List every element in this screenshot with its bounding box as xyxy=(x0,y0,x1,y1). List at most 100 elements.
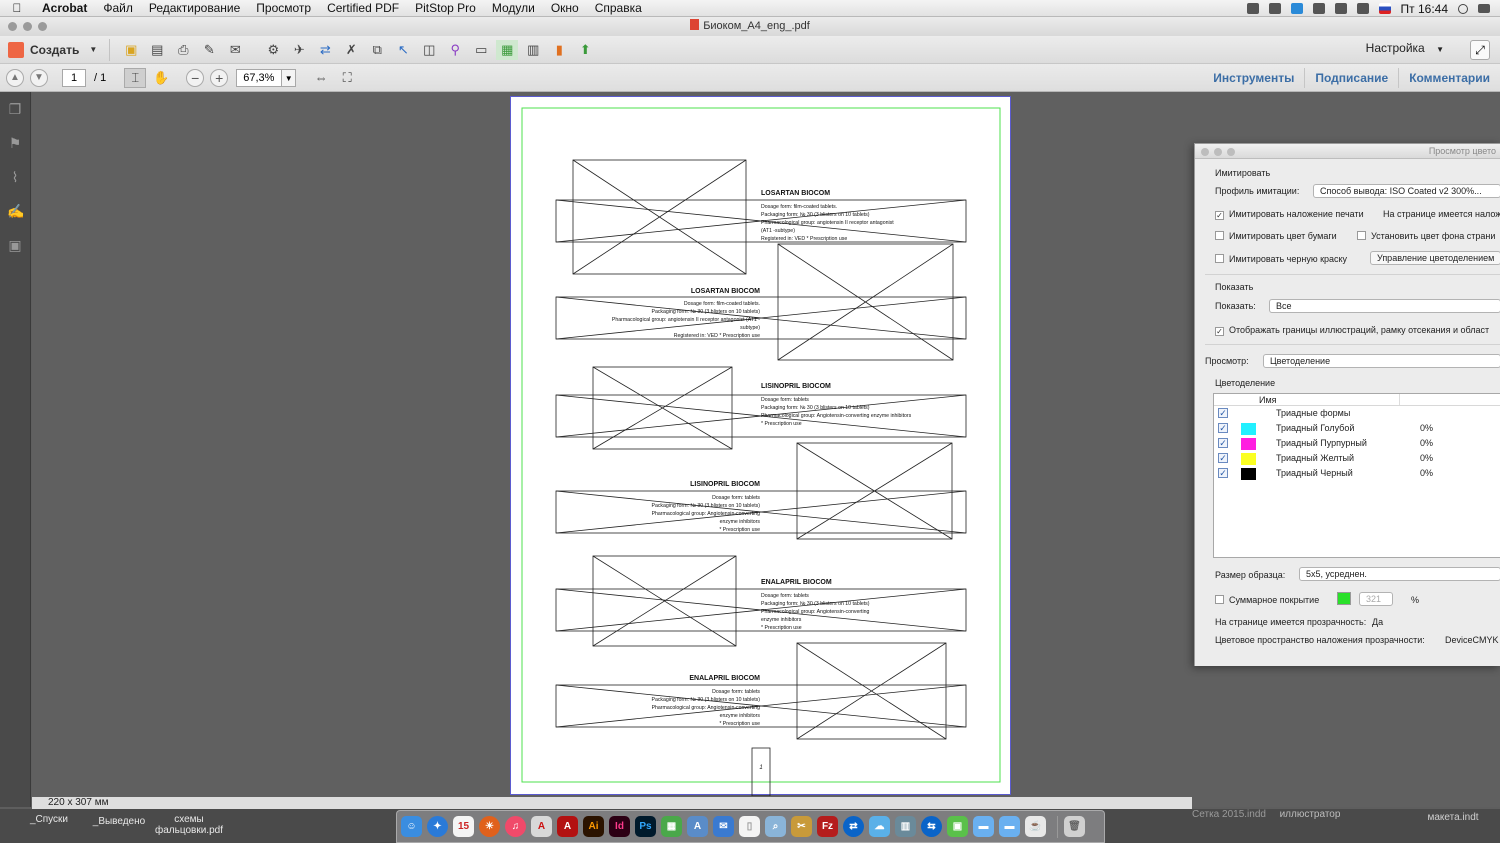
archive-icon[interactable]: ✂ xyxy=(791,816,812,837)
action-icon[interactable]: ⇄ xyxy=(314,40,336,60)
save-icon[interactable]: ▤ xyxy=(146,40,168,60)
minimize-window-button[interactable] xyxy=(23,22,32,31)
desktop-file-label[interactable]: _Выведено xyxy=(84,816,154,827)
menu-pitstop-pro[interactable]: PitStop Pro xyxy=(407,1,484,15)
zoom-dropdown[interactable]: ▼ xyxy=(282,68,297,87)
fullscreen-button[interactable]: ⤢ xyxy=(1470,40,1490,60)
mail-icon[interactable]: ✉ xyxy=(224,40,246,60)
mail-app-icon[interactable]: ✉ xyxy=(713,816,734,837)
signatures-icon[interactable]: ✍ xyxy=(7,202,24,220)
desktop-file-label[interactable]: макета.indt xyxy=(1420,812,1486,823)
layers-icon[interactable]: ▣ xyxy=(7,236,23,254)
separation-icon[interactable]: ▦ xyxy=(496,39,519,60)
separations-list[interactable]: Имя ✓ Триадные формы ✓ Триадный Голубой … xyxy=(1213,393,1500,558)
menu-help[interactable]: Справка xyxy=(587,1,650,15)
menu-edit[interactable]: Редактирование xyxy=(141,1,248,15)
adobe-icon[interactable] xyxy=(1246,3,1259,14)
sync-icon[interactable] xyxy=(1268,3,1281,14)
zoom-input[interactable] xyxy=(236,68,283,87)
separation-checkbox[interactable]: ✓ xyxy=(1218,438,1228,448)
fit-width-icon[interactable]: ⇔ xyxy=(310,68,332,88)
separation-checkbox[interactable]: ✓ xyxy=(1218,453,1228,463)
desktop-file-label[interactable]: иллюстратор xyxy=(1272,809,1348,820)
calendar-icon[interactable]: 15 xyxy=(453,816,474,837)
list-icon[interactable] xyxy=(1478,4,1490,13)
ruler-icon[interactable]: ▭ xyxy=(470,40,492,60)
safari-icon[interactable]: ✦ xyxy=(427,816,448,837)
zoom-window-button[interactable] xyxy=(38,22,47,31)
show-select[interactable]: Все xyxy=(1269,299,1500,313)
skype-icon[interactable] xyxy=(1290,3,1303,14)
black-ink-option[interactable]: Имитировать черную краску xyxy=(1215,254,1347,264)
crop-icon[interactable]: ⧉ xyxy=(366,40,388,60)
apple-icon[interactable]:  xyxy=(0,1,34,15)
overprint-option[interactable]: ✓ Имитировать наложение печати xyxy=(1215,209,1364,220)
font-app-icon[interactable]: A xyxy=(687,816,708,837)
select-object-icon[interactable]: ↖ xyxy=(392,40,414,60)
open-folder-icon[interactable]: ▣ xyxy=(120,40,142,60)
export-icon[interactable]: ⬆ xyxy=(574,40,596,60)
show-borders-checkbox[interactable]: ✓ xyxy=(1215,327,1224,336)
page-number-input[interactable]: 1 xyxy=(62,68,86,87)
document-icon[interactable]: ▯ xyxy=(739,816,760,837)
sample-size-select[interactable]: 5x5, усреднен. xyxy=(1299,567,1500,581)
separation-row[interactable]: ✓ Триадный Пурпурный 0% xyxy=(1214,436,1500,451)
black-ink-checkbox[interactable] xyxy=(1215,254,1224,263)
edit-icon[interactable]: ✎ xyxy=(198,40,220,60)
menu-certified-pdf[interactable]: Certified PDF xyxy=(319,1,407,15)
simulation-profile-select[interactable]: Способ вывода: ISO Coated v2 300%... xyxy=(1313,184,1500,198)
pitstop-icon[interactable]: ✈ xyxy=(288,40,310,60)
search-icon[interactable] xyxy=(1458,3,1468,14)
color-management-button[interactable]: Управление цветоделением xyxy=(1370,251,1500,265)
separation-checkbox[interactable]: ✓ xyxy=(1218,408,1228,418)
desktop-file-label[interactable]: _Спуски xyxy=(20,814,78,825)
print-icon[interactable]: ⎙ xyxy=(172,40,194,60)
x-tool-icon[interactable]: ✗ xyxy=(340,40,362,60)
total-coverage-checkbox[interactable] xyxy=(1215,595,1224,604)
panel-minimize-button[interactable] xyxy=(1214,148,1222,156)
page-thumbnails-icon[interactable]: ❐ xyxy=(7,100,23,118)
attachments-icon[interactable]: ⌇ xyxy=(7,168,23,186)
show-borders-option[interactable]: ✓ Отображать границы иллюстраций, рамку о… xyxy=(1215,325,1489,336)
close-window-button[interactable] xyxy=(8,22,17,31)
teamviewer-icon[interactable] xyxy=(1312,3,1325,14)
total-coverage-option[interactable]: Суммарное покрытие xyxy=(1215,595,1319,605)
preview-select[interactable]: Цветоделение xyxy=(1263,354,1500,368)
desktop-file-label[interactable]: Сетка 2015.indd xyxy=(1186,809,1272,820)
separation-checkbox[interactable]: ✓ xyxy=(1218,423,1228,433)
bluetooth-icon[interactable] xyxy=(1334,3,1347,14)
coverage-value-input[interactable]: 321 xyxy=(1359,592,1393,606)
separation-row[interactable]: ✓ Триадный Черный 0% xyxy=(1214,466,1500,481)
fit-page-icon[interactable]: ⛶ xyxy=(336,68,358,88)
pipette-icon[interactable]: ⚲ xyxy=(444,40,466,60)
itunes-icon[interactable]: ♫ xyxy=(505,816,526,837)
paper-color-checkbox[interactable] xyxy=(1215,231,1224,240)
folder-icon[interactable]: ▬ xyxy=(999,816,1020,837)
activity-icon[interactable]: ▥ xyxy=(895,816,916,837)
gear-icon[interactable]: ⚙ xyxy=(262,40,284,60)
menu-plugins[interactable]: Модули xyxy=(484,1,543,15)
acrobat-icon[interactable]: A xyxy=(531,816,552,837)
color-bars-icon[interactable]: ▮ xyxy=(548,40,570,60)
hand-tool-icon[interactable]: ✋ xyxy=(150,68,172,88)
coverage-color-swatch[interactable] xyxy=(1337,592,1351,605)
illustrator-icon[interactable]: Ai xyxy=(583,816,604,837)
menu-file[interactable]: Файл xyxy=(95,1,141,15)
app-icon[interactable]: ▦ xyxy=(661,816,682,837)
create-button[interactable]: Создать ▼ xyxy=(0,38,111,61)
inspect-icon[interactable]: ◫ xyxy=(418,40,440,60)
tab-sign[interactable]: Подписание xyxy=(1304,68,1398,88)
separation-row[interactable]: ✓ Триадные формы xyxy=(1214,406,1500,421)
select-tool-icon[interactable]: ⌶ xyxy=(124,67,147,88)
settings-dropdown[interactable]: Настройка ▼ xyxy=(1366,41,1444,55)
flag-ru-icon[interactable] xyxy=(1378,3,1391,14)
overprint-checkbox[interactable]: ✓ xyxy=(1215,211,1224,220)
page-bg-option[interactable]: Установить цвет фона страни xyxy=(1357,231,1495,241)
tab-tools[interactable]: Инструменты xyxy=(1203,68,1304,88)
separation-row[interactable]: ✓ Триадный Голубой 0% xyxy=(1214,421,1500,436)
indesign-icon[interactable]: Id xyxy=(609,816,630,837)
firefox-icon[interactable]: ☀ xyxy=(479,816,500,837)
desktop-file-label[interactable]: схемы фальцовки.pdf xyxy=(150,814,228,836)
paper-color-option[interactable]: Имитировать цвет бумаги xyxy=(1215,231,1337,241)
panel-close-button[interactable] xyxy=(1201,148,1209,156)
